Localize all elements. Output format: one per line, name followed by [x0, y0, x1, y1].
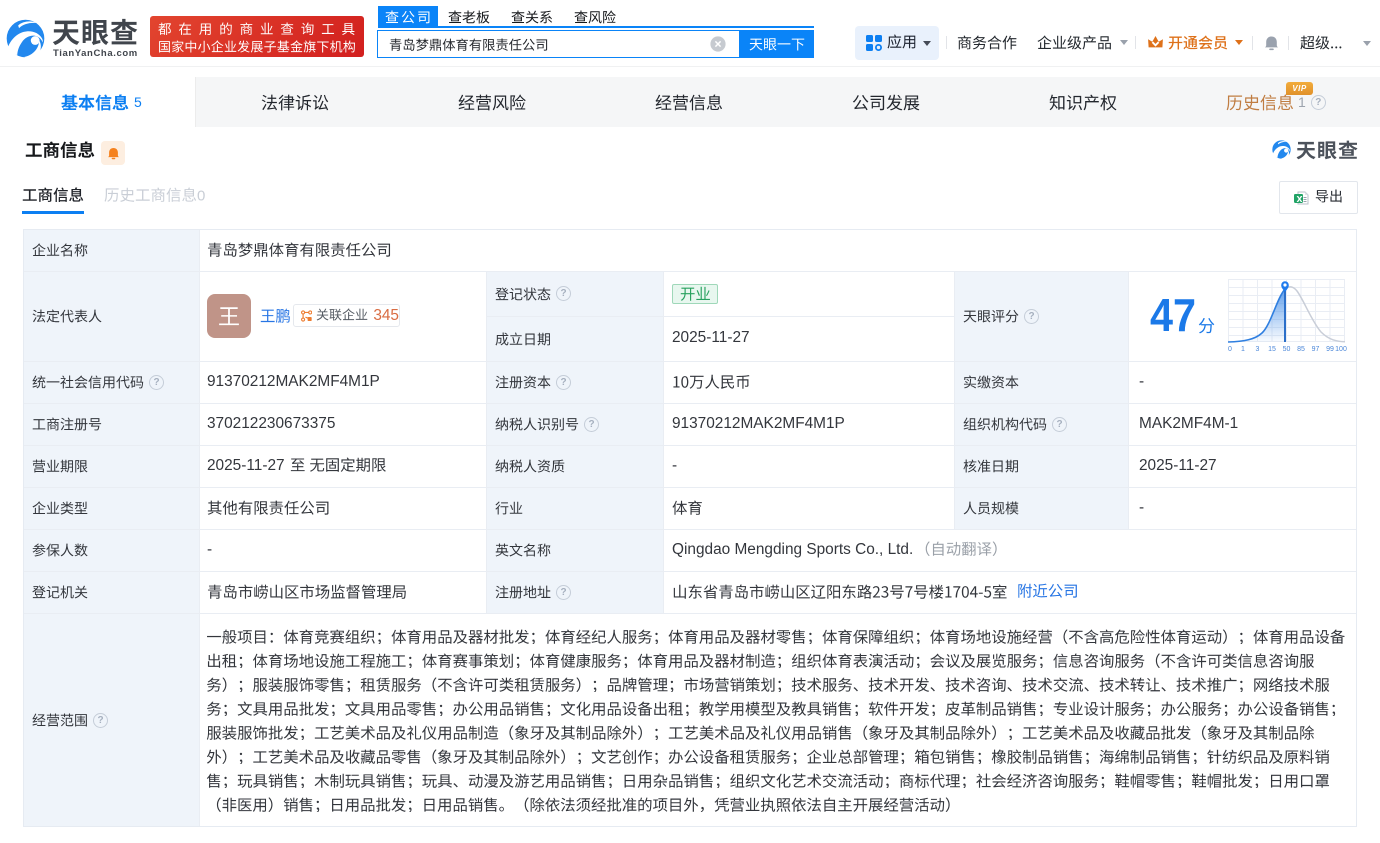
- svg-text:15: 15: [1268, 346, 1276, 352]
- svg-text:97: 97: [1312, 346, 1320, 352]
- svg-text:85: 85: [1297, 346, 1305, 352]
- svg-text:3: 3: [1256, 346, 1260, 352]
- svg-text:50: 50: [1283, 346, 1291, 352]
- svg-text:100: 100: [1335, 346, 1347, 352]
- svg-text:0: 0: [1228, 346, 1232, 352]
- svg-text:47: 47: [1150, 297, 1196, 334]
- svg-text:99: 99: [1326, 346, 1334, 352]
- svg-text:1: 1: [1241, 346, 1245, 352]
